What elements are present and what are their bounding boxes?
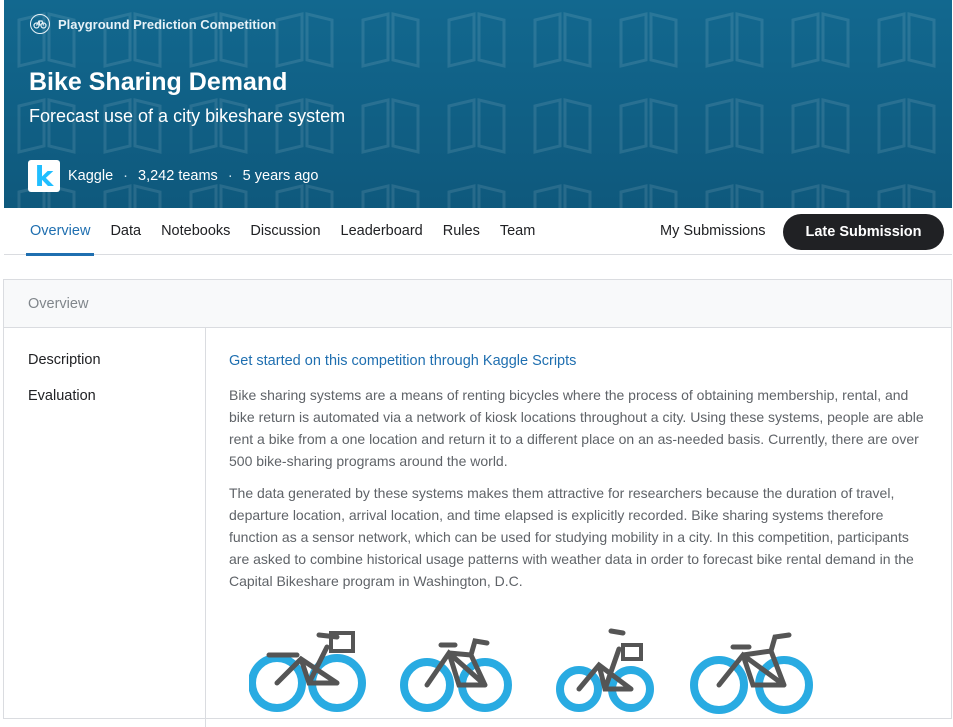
separator-dot: ·	[227, 168, 233, 184]
bike-illustration-icon	[690, 632, 813, 714]
overview-card: Overview Description Evaluation Get star…	[3, 279, 952, 727]
late-submission-button[interactable]: Late Submission	[783, 214, 944, 250]
tab-bar: Overview Data Notebooks Discussion Leade…	[4, 208, 952, 256]
host-info: k Kaggle · 3,242 teams · 5 years ago	[28, 160, 319, 193]
sidebar-item-description[interactable]: Description	[28, 352, 101, 368]
overview-sidebar: Description Evaluation	[4, 327, 206, 727]
team-count[interactable]: 3,242 teams	[138, 168, 218, 184]
page-subtitle: Forecast use of a city bikeshare system	[29, 106, 346, 126]
bike-illustration-icon	[249, 631, 366, 712]
competition-age: 5 years ago	[242, 168, 319, 184]
description-paragraph: The data generated by these systems make…	[229, 485, 914, 589]
sidebar-item-evaluation[interactable]: Evaluation	[28, 388, 96, 404]
tab-notebooks[interactable]: Notebooks	[157, 208, 234, 255]
competition-type-label: Playground Prediction Competition	[58, 16, 277, 32]
tab-leaderboard[interactable]: Leaderboard	[337, 208, 427, 255]
tab-discussion[interactable]: Discussion	[246, 208, 324, 255]
kaggle-logo[interactable]: k	[28, 160, 60, 193]
tabs: Overview Data Notebooks Discussion Leade…	[26, 208, 551, 256]
tab-team[interactable]: Team	[496, 208, 539, 255]
bike-illustration-icon	[400, 638, 512, 712]
competition-type: Playground Prediction Competition	[30, 14, 276, 34]
description-paragraph: Bike sharing systems are a means of rent…	[229, 387, 924, 469]
bike-illustration-icon	[556, 628, 654, 712]
my-submissions-link[interactable]: My Submissions	[660, 208, 766, 255]
tab-rules[interactable]: Rules	[439, 208, 484, 255]
kaggle-scripts-link[interactable]: Get started on this competition through …	[229, 353, 576, 369]
bike-circle-icon	[30, 14, 50, 34]
competition-header: Playground Prediction Competition Bike S…	[4, 0, 952, 208]
host-name[interactable]: Kaggle	[68, 168, 113, 184]
section-header: Overview	[4, 280, 951, 328]
tab-overview[interactable]: Overview	[26, 208, 95, 256]
page-title: Bike Sharing Demand	[29, 68, 288, 96]
bike-illustration-icon	[249, 628, 813, 714]
tab-data[interactable]: Data	[106, 208, 145, 255]
separator-dot: ·	[123, 168, 128, 184]
